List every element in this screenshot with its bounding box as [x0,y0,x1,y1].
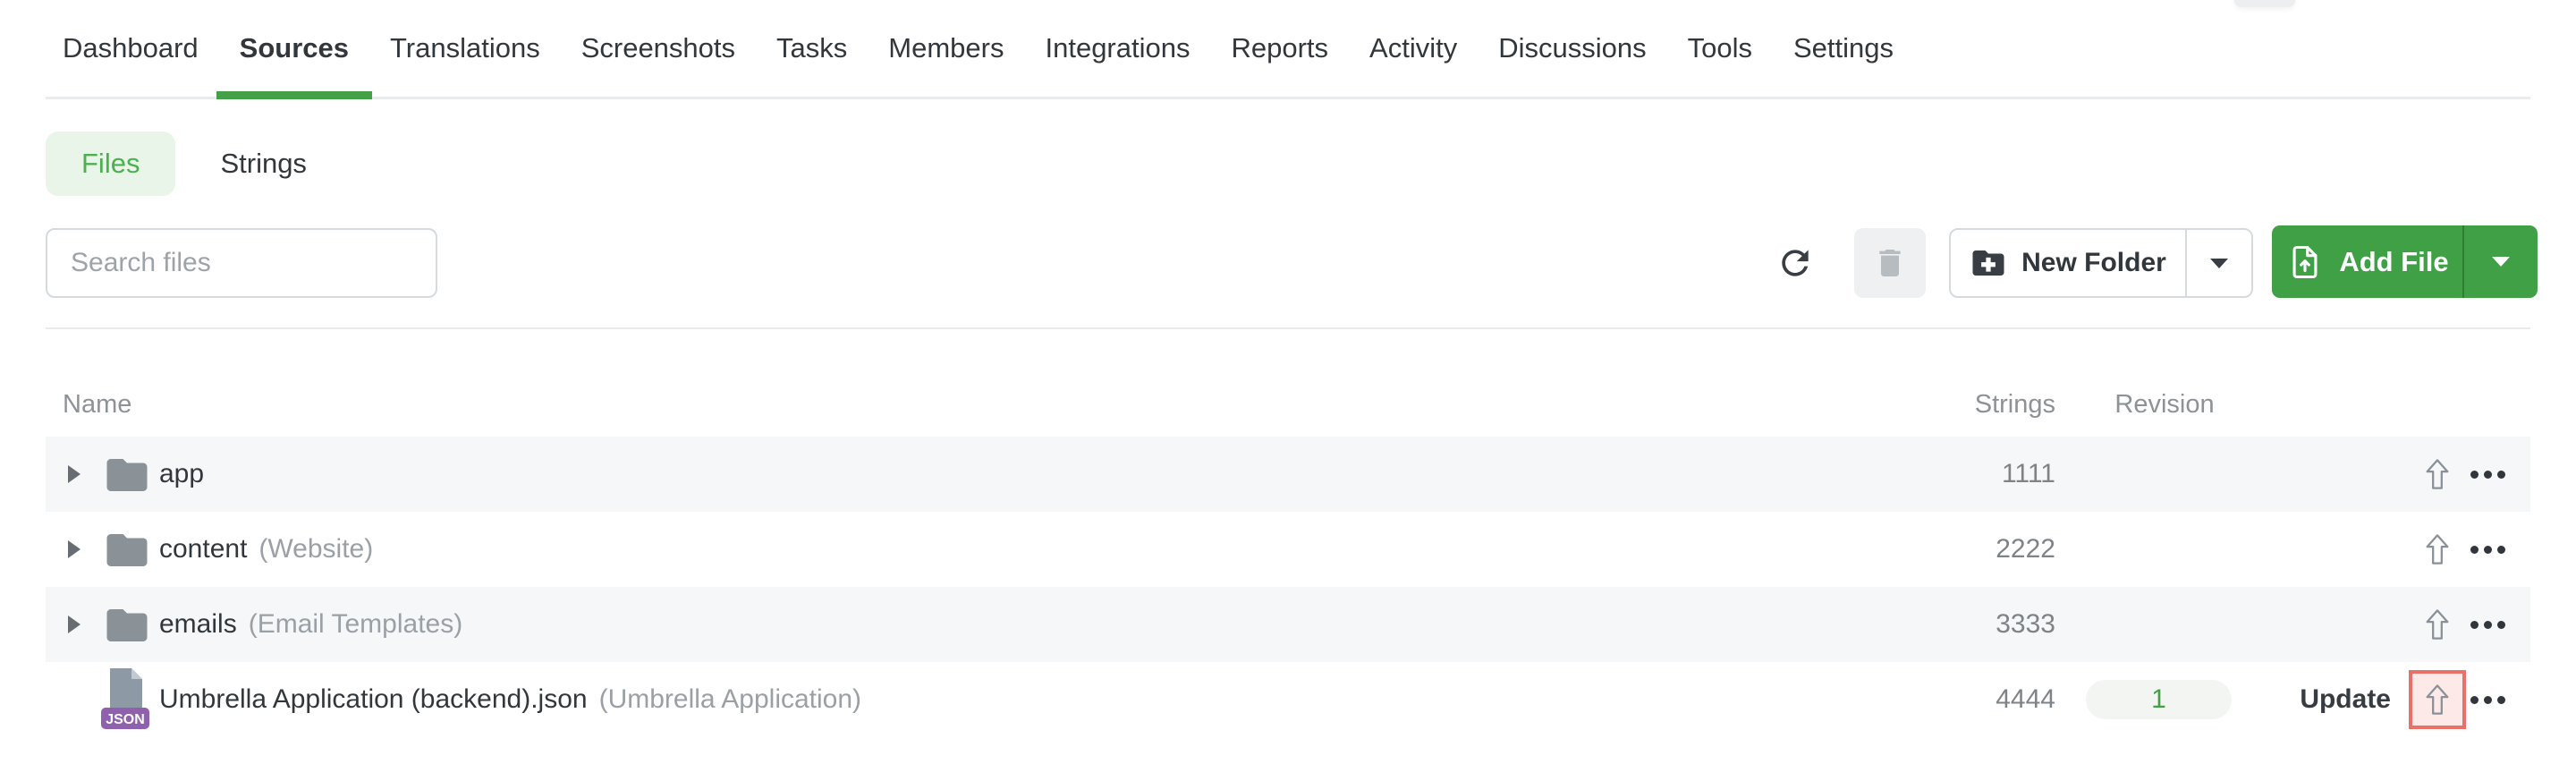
nav-members[interactable]: Members [888,0,1004,97]
refresh-button[interactable] [1763,231,1827,295]
upload-arrow-icon [2426,459,2449,489]
nav-discussions[interactable]: Discussions [1498,0,1646,97]
column-header-revision: Revision [2114,390,2215,419]
file-name[interactable]: Umbrella Application (backend).json [159,684,588,715]
strings-count: 2222 [1996,534,2055,564]
file-note: (Umbrella Application) [598,684,862,714]
folder-icon [103,451,151,499]
table-row-umbrella-json[interactable]: JSON Umbrella Application (backend).json… [46,662,2530,737]
strings-count: 4444 [1996,684,2055,714]
more-menu-button[interactable] [2456,512,2519,587]
trash-icon [1879,250,1901,276]
main-nav: Dashboard Sources Translations Screensho… [46,0,2530,99]
nav-settings[interactable]: Settings [1793,0,1894,97]
upload-arrow-icon [2426,534,2449,565]
nav-integrations[interactable]: Integrations [1045,0,1190,97]
json-file-icon: JSON [99,668,151,731]
expand-caret-icon[interactable] [68,540,80,558]
refresh-icon [1782,250,1809,276]
nav-activity[interactable]: Activity [1369,0,1457,97]
add-file-dropdown-toggle[interactable] [2462,225,2538,298]
file-upload-icon [2292,245,2318,278]
add-file-label: Add File [2339,245,2449,277]
folder-icon [103,601,151,649]
add-file-button[interactable]: Add File [2272,225,2538,298]
sources-files-page: Dashboard Sources Translations Screensho… [0,0,2576,764]
nav-reports[interactable]: Reports [1231,0,1328,97]
strings-count: 3333 [1996,609,2055,639]
upload-arrow-icon [2426,609,2449,640]
column-header-name: Name [63,390,132,419]
nav-translations[interactable]: Translations [390,0,540,97]
upload-arrow-icon [2426,684,2449,715]
table-row-content[interactable]: content (Website) 2222 [46,512,2530,587]
search-input[interactable] [46,228,437,298]
nav-tasks[interactable]: Tasks [776,0,847,97]
nav-tools[interactable]: Tools [1688,0,1752,97]
tab-files[interactable]: Files [46,132,176,196]
expand-caret-icon[interactable] [68,465,80,483]
more-menu-button[interactable] [2456,437,2519,512]
chevron-down-icon [2492,257,2510,267]
update-link[interactable]: Update [2237,662,2391,737]
column-header-strings: Strings [1974,390,2055,419]
folder-name[interactable]: content [159,534,247,565]
new-folder-main[interactable]: New Folder [1951,230,2185,296]
expand-caret-icon[interactable] [68,615,80,633]
new-folder-button[interactable]: New Folder [1949,228,2253,298]
toolbar-divider [46,327,2530,329]
new-folder-dropdown-toggle[interactable] [2185,230,2251,296]
revision-badge[interactable]: 1 [2086,680,2232,719]
folder-name[interactable]: emails [159,609,237,640]
file-table: app 1111 content (Website) 2222 emails (… [46,437,2530,737]
folder-note: (Website) [258,534,374,564]
more-menu-button[interactable] [2456,587,2519,662]
nav-sources[interactable]: Sources [216,0,373,99]
table-row-app[interactable]: app 1111 [46,437,2530,512]
folder-icon [103,526,151,574]
table-row-emails[interactable]: emails (Email Templates) 3333 [46,587,2530,662]
add-file-main[interactable]: Add File [2272,225,2462,298]
chevron-down-icon [2210,258,2228,268]
nav-screenshots[interactable]: Screenshots [581,0,735,97]
nav-dashboard[interactable]: Dashboard [63,0,199,97]
folder-name[interactable]: app [159,459,204,489]
svg-text:JSON: JSON [106,712,145,727]
more-menu-button[interactable] [2456,662,2519,737]
tab-strings[interactable]: Strings [220,132,306,196]
new-folder-label: New Folder [2021,248,2166,277]
folder-note: (Email Templates) [248,609,463,639]
strings-count: 1111 [2001,459,2055,488]
delete-button[interactable] [1854,228,1926,298]
view-tabs: Files Strings [46,132,307,196]
folder-plus-icon [1972,250,2004,276]
